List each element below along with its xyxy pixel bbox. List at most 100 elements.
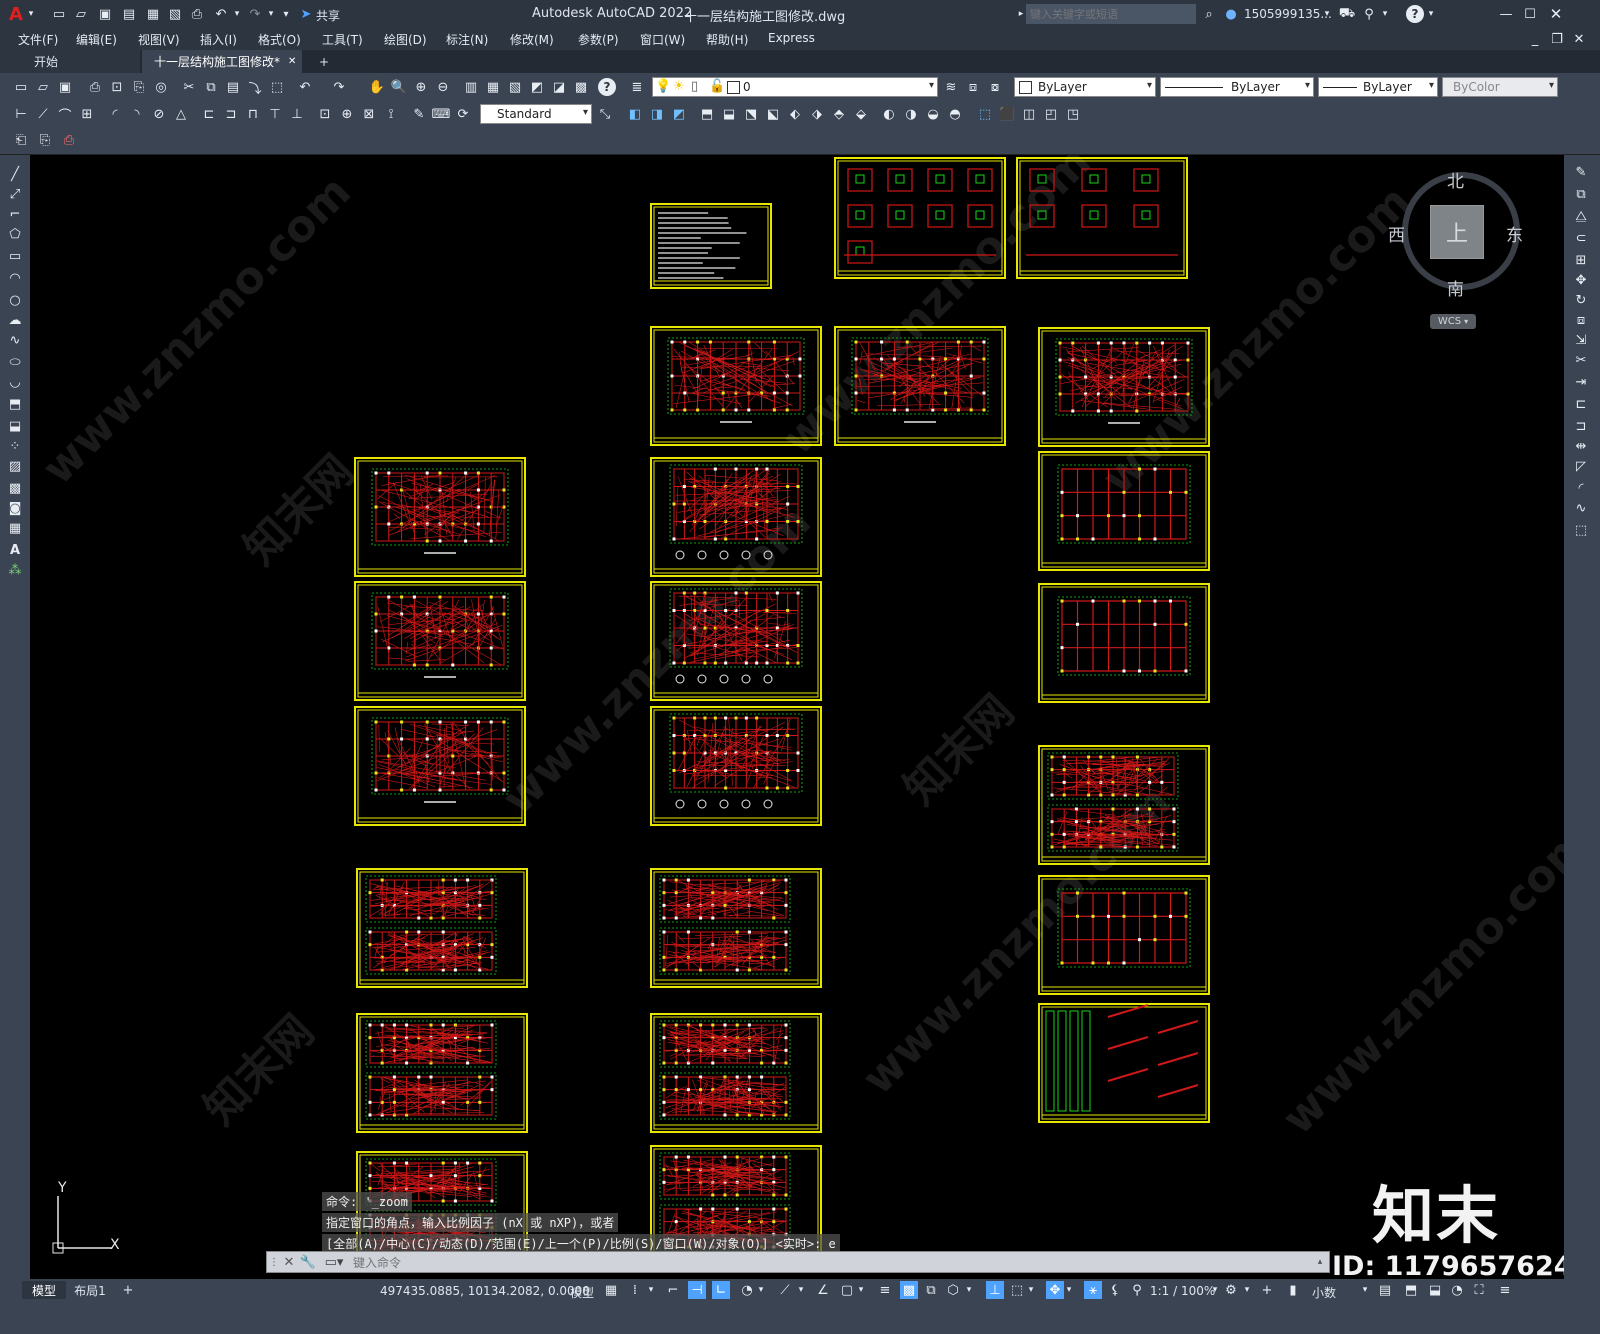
command-close-icon[interactable]: ✕ xyxy=(281,1253,297,1271)
insert-block-icon[interactable]: ⬒ xyxy=(6,395,24,413)
isolate-objects-icon[interactable]: ⬓ xyxy=(1426,1281,1444,1299)
customization-icon[interactable]: ≡ xyxy=(1496,1281,1514,1299)
shading-icon[interactable]: ◑ xyxy=(902,105,920,123)
move-tool-icon[interactable]: ✥ xyxy=(1572,271,1590,289)
menu-insert[interactable]: 插入(I) xyxy=(200,31,237,48)
ellipse-tool-icon[interactable]: ⬭ xyxy=(6,353,24,371)
toolbar-help-icon[interactable]: ? xyxy=(598,78,616,96)
arc-length-icon[interactable]: ⌒ xyxy=(56,105,74,123)
match-properties-icon[interactable]: ⤵ xyxy=(246,78,264,96)
viewcube-north[interactable]: 北 xyxy=(1447,167,1464,192)
undo-icon[interactable]: ↶ xyxy=(212,5,230,23)
diameter-dim-icon[interactable]: ⊘ xyxy=(150,105,168,123)
clean-screen-icon[interactable]: ⛶ xyxy=(1470,1281,1488,1299)
dynamic-ucs-icon[interactable]: ⊥ xyxy=(986,1281,1004,1299)
region-tool-icon[interactable]: ◙ xyxy=(6,499,24,517)
search-icon[interactable]: ⌕ xyxy=(1200,5,1218,23)
export-icon[interactable]: ▦ xyxy=(144,5,162,23)
dim-update-icon[interactable]: ⟳ xyxy=(454,105,472,123)
3d-union-icon[interactable]: ◨ xyxy=(648,105,666,123)
layout-tab-model[interactable]: 模型 xyxy=(22,1281,66,1299)
units-dropdown-icon[interactable]: ▾ xyxy=(1360,1281,1370,1299)
angular-dim-icon[interactable]: △ xyxy=(172,105,190,123)
model-space-toggle[interactable]: 模型 xyxy=(570,1284,594,1301)
save-as-icon[interactable]: ▤ xyxy=(120,5,138,23)
rectangle-tool-icon[interactable]: ▭ xyxy=(6,247,24,265)
layout-tab-add[interactable]: + xyxy=(118,1281,138,1299)
3d-osnap-dropdown-icon[interactable]: ▾ xyxy=(964,1281,974,1299)
quickcalc-icon[interactable]: ▩ xyxy=(572,78,590,96)
menu-parametric[interactable]: 参数(P) xyxy=(578,31,619,48)
auto-scale-icon[interactable]: ⚸ xyxy=(1106,1281,1124,1299)
trim-tool-icon[interactable]: ✂ xyxy=(1572,351,1590,369)
gradient-tool-icon[interactable]: ▩ xyxy=(6,479,24,497)
circle-tool-icon[interactable]: ○ xyxy=(6,291,24,309)
ellipse-arc-tool-icon[interactable]: ◡ xyxy=(6,373,24,391)
attach-icon[interactable]: ⎗ xyxy=(12,131,30,149)
dynamic-input-icon[interactable]: ⊣ xyxy=(688,1281,706,1299)
dimstyle-icon[interactable]: ⤡ xyxy=(596,105,614,123)
redo-dropdown-icon[interactable]: ▾ xyxy=(266,5,276,23)
chamfer-tool-icon[interactable]: ◸ xyxy=(1572,457,1590,475)
xref-icon[interactable]: ⎘ xyxy=(36,131,54,149)
doc-minimize-icon[interactable]: _ xyxy=(1526,30,1544,48)
menu-format[interactable]: 格式(O) xyxy=(258,31,301,48)
drawing-sheet[interactable] xyxy=(1038,875,1210,995)
ucs-world-icon[interactable]: ⬛ xyxy=(998,105,1016,123)
print-icon[interactable]: ⎙ xyxy=(86,78,104,96)
layer-states-icon[interactable]: ⧇ xyxy=(986,78,1004,96)
ucs-icon[interactable]: ⬚ xyxy=(976,105,994,123)
preview-icon[interactable]: ⊡ xyxy=(108,78,126,96)
drawing-sheet[interactable] xyxy=(1038,327,1210,447)
drawing-sheet[interactable] xyxy=(650,457,822,577)
drawing-sheet[interactable] xyxy=(354,706,526,826)
viewcube-face-top[interactable]: 上 xyxy=(1430,205,1484,259)
ucs-object-icon[interactable]: ◳ xyxy=(1064,105,1082,123)
new-tab-button[interactable]: + xyxy=(314,50,334,73)
viewcube-south[interactable]: 南 xyxy=(1447,275,1464,300)
ordinate-dim-icon[interactable]: ⊞ xyxy=(78,105,96,123)
extend-tool-icon[interactable]: ⇥ xyxy=(1572,373,1590,391)
drawing-sheet[interactable] xyxy=(356,868,528,988)
break-tool-icon[interactable]: ⊐ xyxy=(1572,417,1590,435)
center-mark-icon[interactable]: ⊕ xyxy=(338,105,356,123)
search-input[interactable] xyxy=(1026,4,1196,24)
wcs-menu-button[interactable]: WCS ▾ xyxy=(1430,314,1476,329)
dim-space-icon[interactable]: ⊤ xyxy=(266,105,284,123)
command-customize-icon[interactable]: 🔧 xyxy=(299,1253,317,1271)
linetype-dropdown[interactable]: ByLayer ▾ xyxy=(1160,77,1314,97)
slice-icon[interactable]: ⬗ xyxy=(808,105,826,123)
command-input[interactable] xyxy=(351,1253,1315,1273)
drawing-sheet[interactable] xyxy=(1038,583,1210,703)
drawing-sheet[interactable] xyxy=(356,1013,528,1133)
copy-icon[interactable]: ⧉ xyxy=(202,78,220,96)
infer-icon[interactable]: ⌐ xyxy=(664,1281,682,1299)
clip-icon[interactable]: ⎙ xyxy=(60,131,78,149)
table-tool-icon[interactable]: ▦ xyxy=(6,519,24,537)
scale-tool-icon[interactable]: ⧈ xyxy=(1572,311,1590,329)
mtext-tool-icon[interactable]: A xyxy=(6,541,24,559)
grid-icon[interactable]: ▦ xyxy=(602,1281,620,1299)
drawing-sheet[interactable] xyxy=(834,326,1006,446)
erase-tool-icon[interactable]: ✎ xyxy=(1572,163,1590,181)
break-point-icon[interactable]: ⊏ xyxy=(1572,395,1590,413)
web-icon[interactable]: ◎ xyxy=(152,78,170,96)
realistic-icon[interactable]: ◒ xyxy=(924,105,942,123)
drawing-canvas[interactable]: www.znzmo.com 知末网 www.znzmo.com www.znzm… xyxy=(30,155,1564,1279)
transparency-icon[interactable]: ▩ xyxy=(900,1281,918,1299)
menu-dimension[interactable]: 标注(N) xyxy=(446,31,488,48)
cart-icon[interactable]: ⛟ xyxy=(1338,5,1356,23)
3d-osnap-icon[interactable]: ⬡ xyxy=(944,1281,962,1299)
drawing-sheet[interactable] xyxy=(650,581,822,701)
command-recent-icon[interactable]: ▭▾ xyxy=(321,1253,347,1271)
loft-icon[interactable]: ⬕ xyxy=(764,105,782,123)
toolbar-undo-icon[interactable]: ↶ xyxy=(296,78,314,96)
doc-restore-icon[interactable]: ❐ xyxy=(1548,30,1566,48)
drawing-sheet[interactable] xyxy=(650,326,822,446)
point-tool-icon[interactable]: ⁘ xyxy=(6,437,24,455)
stretch-tool-icon[interactable]: ⇲ xyxy=(1572,331,1590,349)
lineweight-dropdown[interactable]: ByLayer ▾ xyxy=(1318,77,1438,97)
user-dropdown-icon[interactable]: ▾ xyxy=(1322,5,1332,23)
viewcube-east[interactable]: 东 xyxy=(1506,221,1523,246)
blend-tool-icon[interactable]: ∿ xyxy=(1572,499,1590,517)
